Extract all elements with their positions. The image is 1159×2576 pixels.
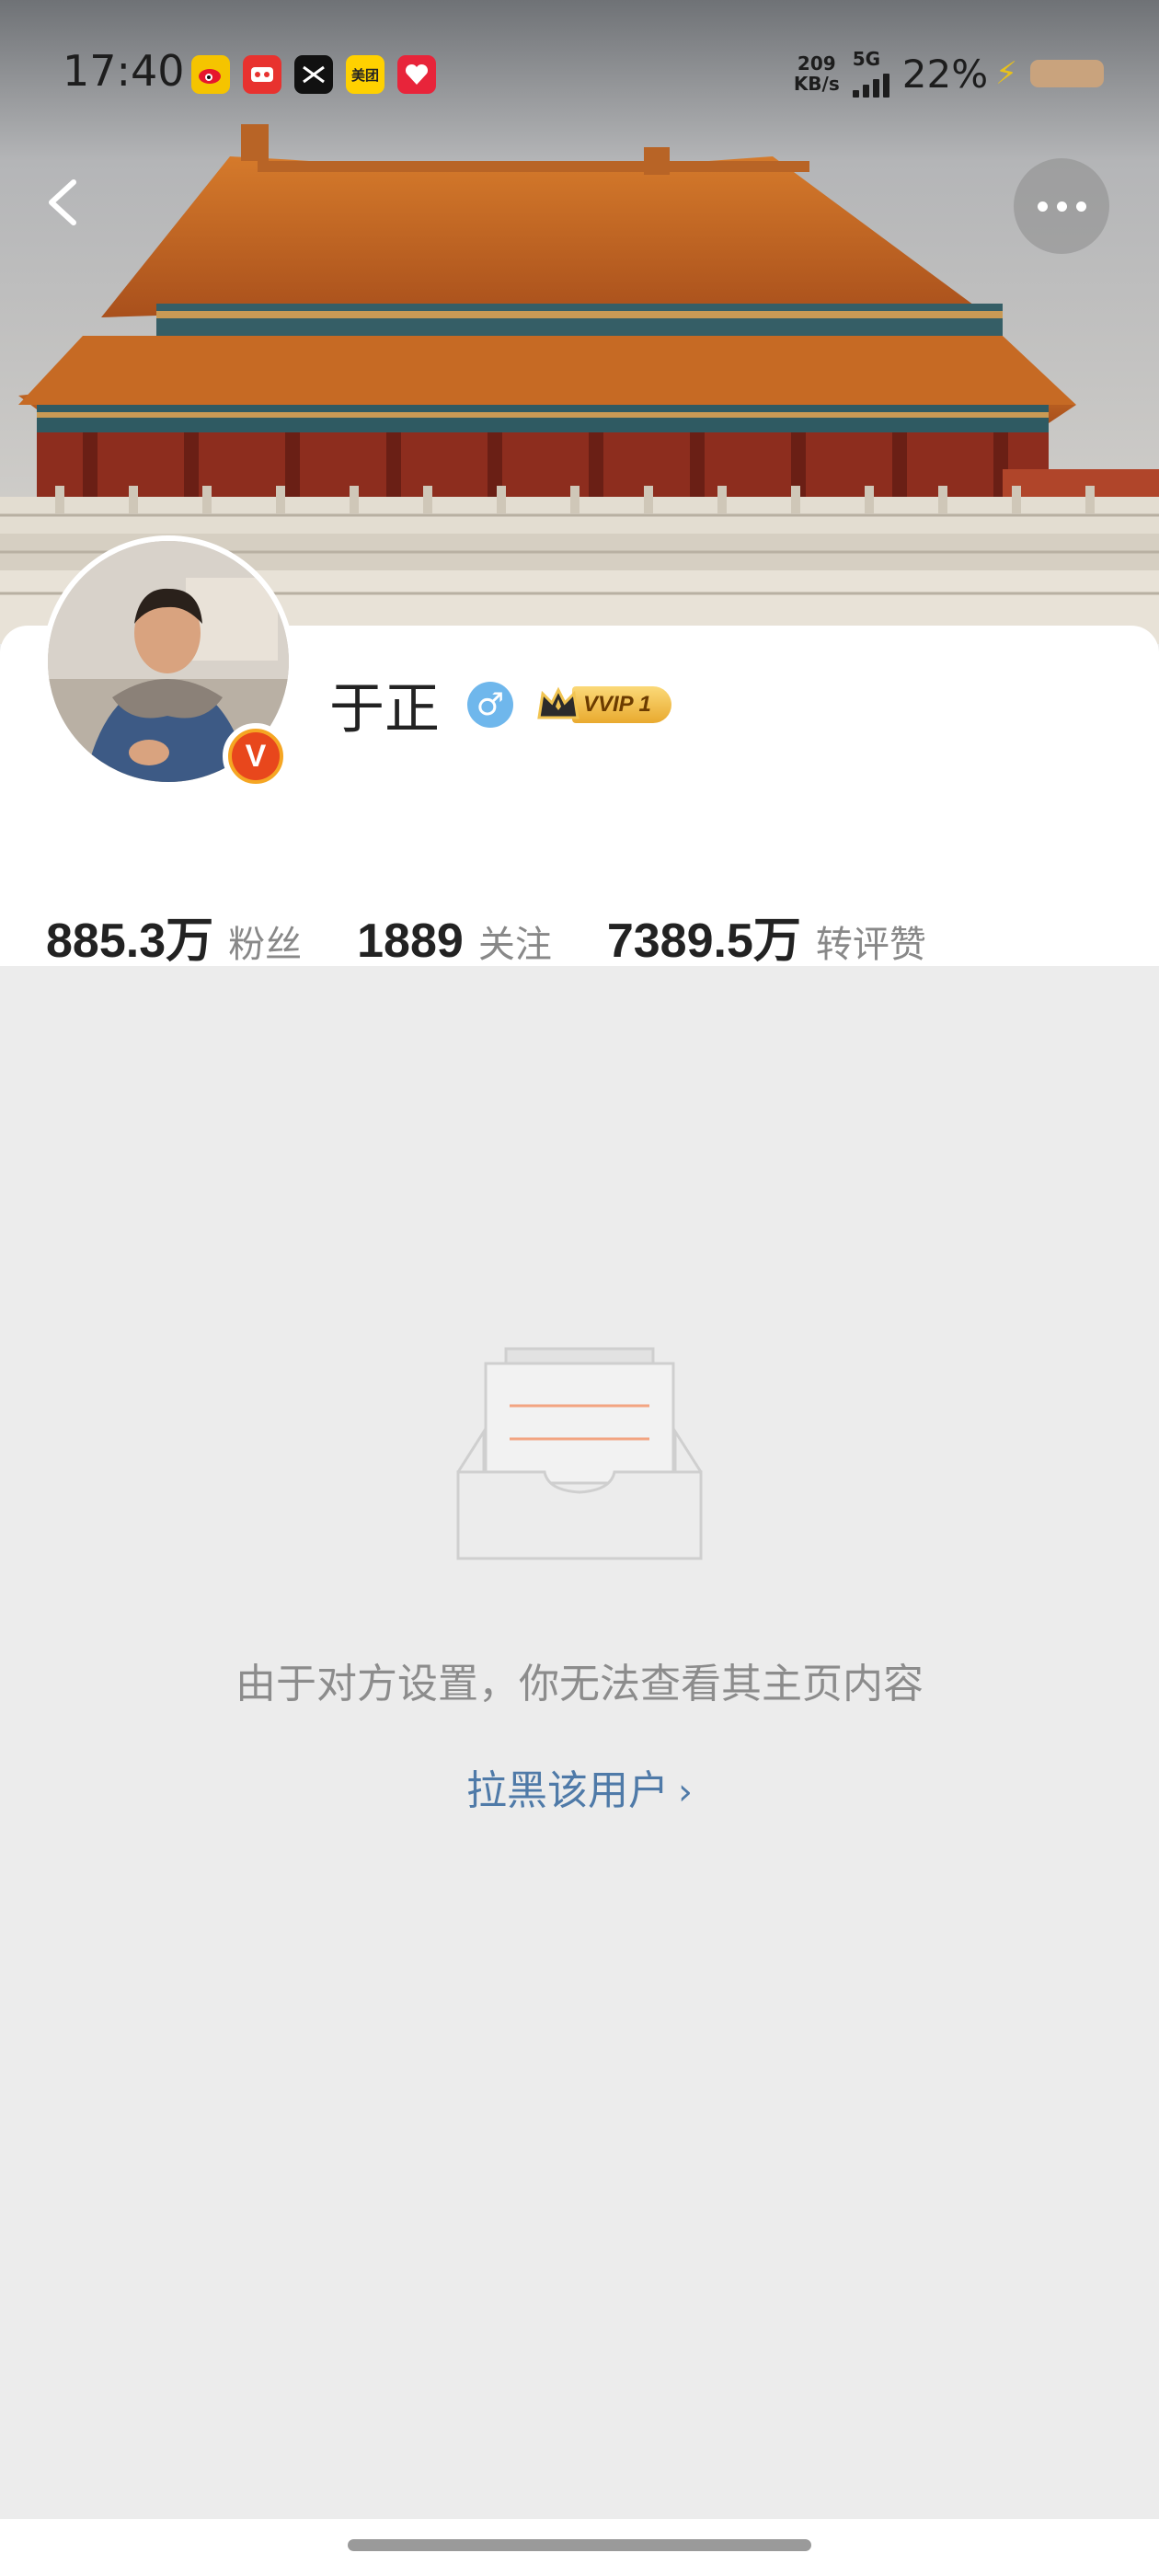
block-user-label: 拉黑该用户 — [466, 1767, 669, 1814]
game-app-icon — [243, 55, 281, 94]
network-speed: 209 KB/s — [793, 52, 840, 95]
home-indicator[interactable] — [348, 2539, 811, 2551]
more-dots-icon — [1037, 201, 1048, 212]
stat-value: 1889 — [357, 914, 464, 968]
stat-followers[interactable]: 885.3万 粉丝 — [46, 902, 302, 971]
stat-interactions[interactable]: 7389.5万 转评赞 — [607, 902, 926, 971]
crown-icon — [535, 686, 581, 723]
notification-app-icons: 美团 — [191, 55, 436, 94]
charging-icon: ⚡ — [995, 55, 1017, 92]
stat-following[interactable]: 1889 关注 — [357, 914, 552, 969]
battery-icon — [1030, 60, 1104, 87]
vip-level-label: VVIP 1 — [572, 685, 671, 723]
signal-bars-icon — [852, 68, 889, 98]
stat-value: 885.3万 — [46, 914, 214, 968]
battery-percent: 22% — [901, 51, 989, 97]
block-user-link[interactable]: 拉黑该用户 › — [0, 1757, 1159, 1816]
stat-label: 粉丝 — [228, 924, 303, 966]
verified-badge: V — [223, 723, 289, 789]
weibo-app-icon — [191, 55, 230, 94]
stat-value: 7389.5万 — [606, 914, 801, 968]
vip-badge[interactable]: VVIP 1 — [535, 685, 671, 723]
status-time: 17:40 — [63, 46, 185, 96]
capcut-app-icon — [294, 55, 333, 94]
status-bar: 17:40 美团 209 KB/s 5G 22% ⚡ — [0, 0, 1159, 156]
empty-state-message: 由于对方设置，你无法查看其主页内容 — [235, 1661, 924, 1708]
chevron-left-icon — [49, 179, 76, 225]
profile-name-row: 于正 ♂ VVIP 1 — [329, 664, 671, 744]
health-app-icon — [397, 55, 436, 94]
user-name: 于正 — [329, 677, 440, 742]
meituan-app-icon: 美团 — [346, 55, 384, 94]
more-button[interactable] — [1014, 158, 1109, 254]
profile-stats: 885.3万 粉丝 1889 关注 7389.5万 转评赞 — [46, 902, 981, 971]
empty-inbox-icon — [456, 1343, 703, 1568]
network-type: 5G — [852, 48, 881, 70]
stat-label: 关注 — [477, 924, 552, 966]
chevron-right-icon: › — [678, 1771, 693, 1813]
stat-label: 转评赞 — [815, 924, 926, 966]
back-button[interactable] — [37, 175, 92, 230]
male-gender-icon: ♂ — [467, 681, 513, 728]
